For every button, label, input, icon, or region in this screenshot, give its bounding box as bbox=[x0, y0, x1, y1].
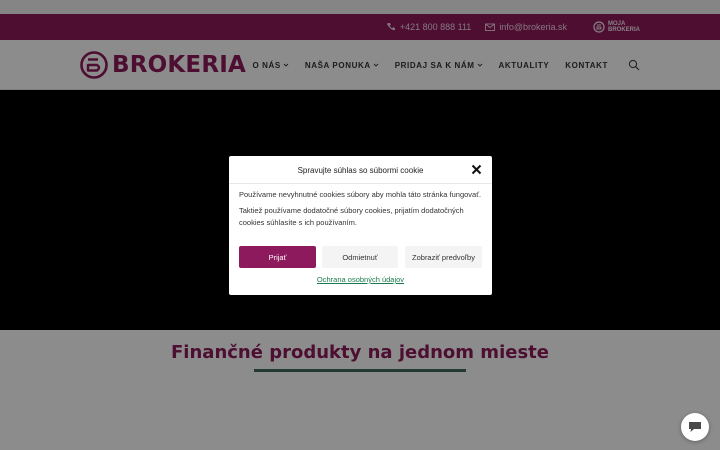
dialog-divider bbox=[229, 183, 492, 184]
chat-bubble-icon bbox=[689, 422, 701, 432]
privacy-policy-link[interactable]: Ochrana osobných údajov bbox=[229, 275, 492, 284]
cookie-consent-dialog: Spravujte súhlas so súbormi cookie Použí… bbox=[229, 156, 492, 295]
cookie-text-necessary: Používame nevyhnutné cookies súbory aby … bbox=[239, 190, 482, 199]
deny-button[interactable]: Odmietnuť bbox=[322, 246, 398, 268]
cookie-dialog-title: Spravujte súhlas so súbormi cookie bbox=[297, 166, 424, 175]
preferences-button[interactable]: Zobraziť predvoľby bbox=[405, 246, 482, 268]
accept-button[interactable]: Prijať bbox=[239, 246, 316, 268]
cookie-text-additional: Taktiež používame dodatočné súbory cooki… bbox=[239, 206, 464, 227]
chat-widget-button[interactable] bbox=[681, 413, 709, 441]
close-icon[interactable] bbox=[471, 164, 482, 175]
